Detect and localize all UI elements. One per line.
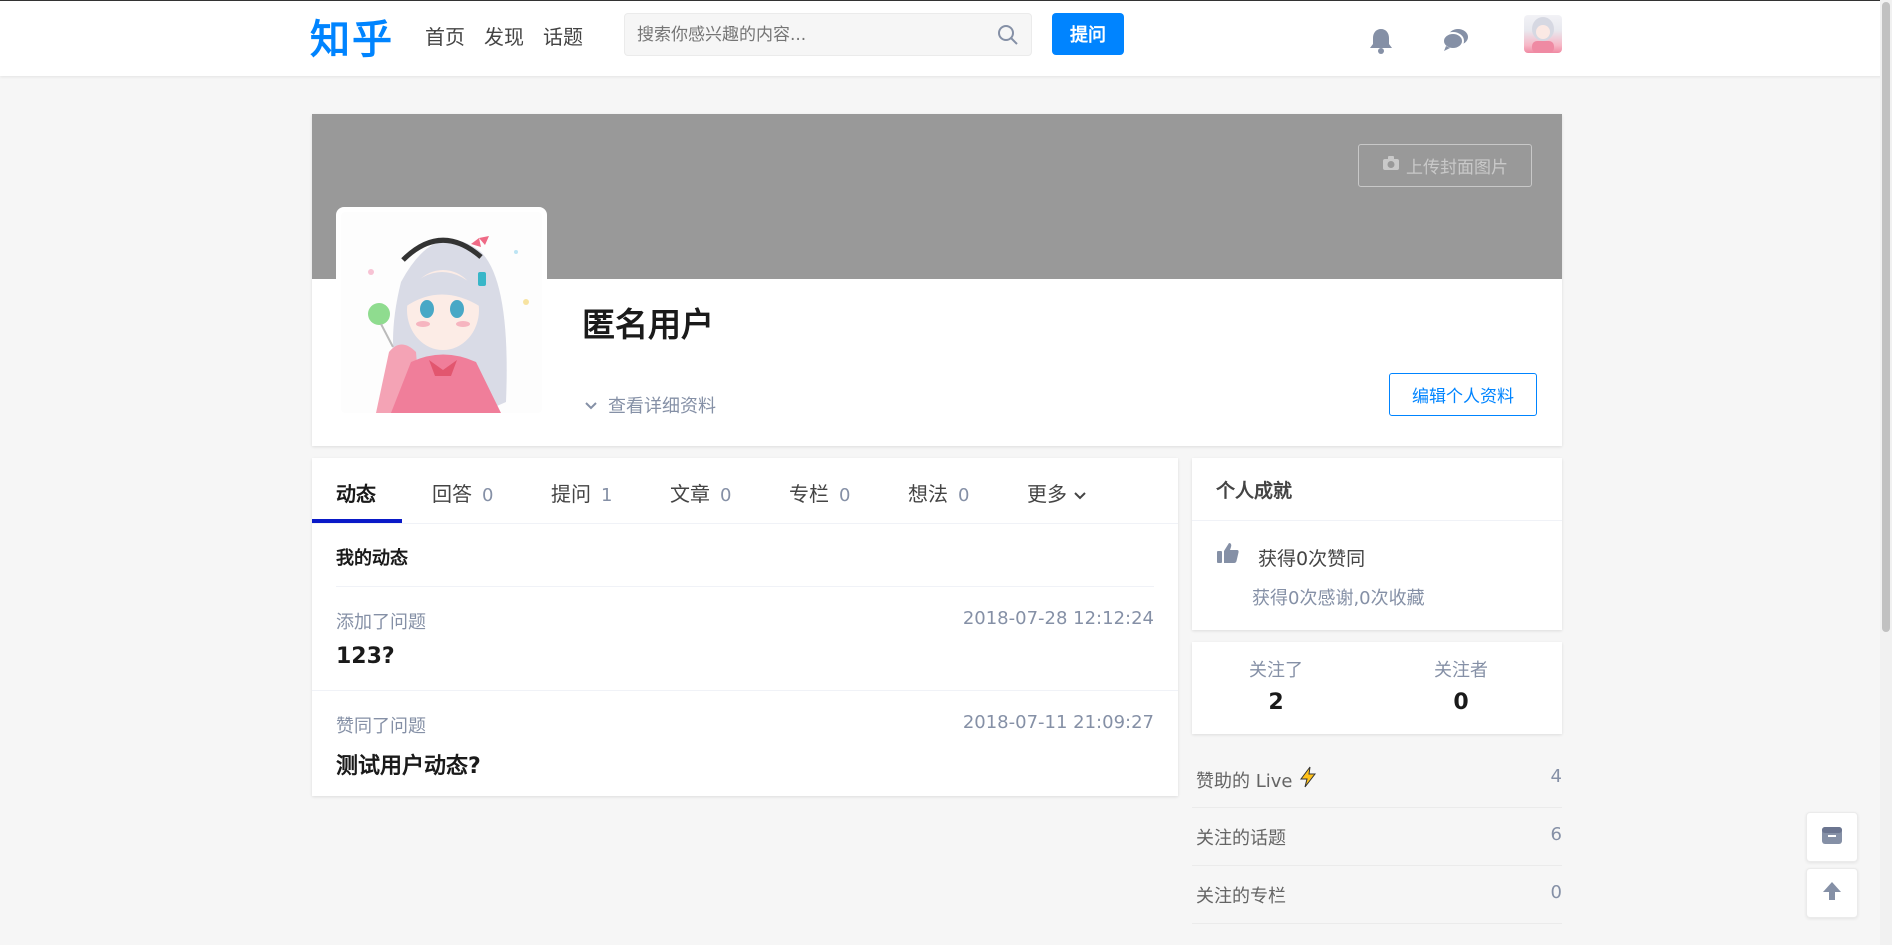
followed-columns-link[interactable]: 关注的专栏 0 xyxy=(1192,866,1562,924)
followers-label: 关注者 xyxy=(1434,660,1488,681)
ask-question-button[interactable]: 提问 xyxy=(1052,13,1124,55)
profile-tabs: 动态 回答 0 提问 1 文章 0 专栏 0 想法 0 更多 xyxy=(312,458,1178,524)
tab-activity[interactable]: 动态 xyxy=(336,478,376,507)
chevron-down-icon xyxy=(1073,482,1087,506)
follow-stats-card: 关注了 2 关注者 0 xyxy=(1192,642,1562,734)
sponsored-live-label: 赞助的 Live xyxy=(1196,770,1293,792)
arrow-up-icon xyxy=(1821,880,1843,906)
top-navigation-bar: 知乎 首页 发现 话题 提问 xyxy=(0,0,1892,76)
activity-time: 2018-07-28 12:12:24 xyxy=(962,608,1154,629)
upload-cover-label: 上传封面图片 xyxy=(1406,158,1508,178)
achievements-title: 个人成就 xyxy=(1216,480,1293,502)
view-details-link[interactable]: 查看详细资料 xyxy=(584,392,716,418)
following-label: 关注了 xyxy=(1249,660,1303,681)
followed-columns-label: 关注的专栏 xyxy=(1196,886,1286,907)
tab-questions[interactable]: 提问 1 xyxy=(551,478,612,507)
profile-header-card: 上传封面图片 匿名用户 查看详细资料 编辑个人资料 xyxy=(312,114,1562,446)
chevron-down-icon xyxy=(584,395,598,416)
section-title: 我的动态 xyxy=(336,548,408,569)
followed-topics-link[interactable]: 关注的话题 6 xyxy=(1192,808,1562,866)
nav-discover[interactable]: 发现 xyxy=(484,21,524,50)
followers-count: 0 xyxy=(1453,690,1469,715)
zhihu-logo[interactable]: 知乎 xyxy=(310,7,394,65)
activity-title[interactable]: 123? xyxy=(336,644,395,669)
thumbs-up-icon xyxy=(1216,542,1240,568)
active-tab-indicator xyxy=(312,519,402,523)
activity-action: 赞同了问题 xyxy=(336,716,426,737)
tab-thoughts[interactable]: 想法 0 xyxy=(908,478,969,507)
page-scrollbar[interactable] xyxy=(1880,0,1892,945)
sponsored-live-count: 4 xyxy=(1550,766,1562,787)
tab-answers[interactable]: 回答 0 xyxy=(432,478,493,507)
scrollbar-thumb[interactable] xyxy=(1882,2,1890,632)
upvotes-received: 获得0次赞同 xyxy=(1258,548,1366,570)
view-details-label: 查看详细资料 xyxy=(608,396,716,417)
bell-icon[interactable] xyxy=(1368,27,1394,59)
followed-topics-label: 关注的话题 xyxy=(1196,828,1286,849)
followed-columns-count: 0 xyxy=(1550,882,1562,903)
search-icon[interactable] xyxy=(997,24,1019,50)
avatar-image xyxy=(341,212,542,413)
search-input[interactable] xyxy=(637,22,977,48)
thanks-and-favorites: 获得0次感谢,0次收藏 xyxy=(1252,588,1425,609)
achievements-card: 个人成就 获得0次赞同 获得0次感谢,0次收藏 xyxy=(1192,458,1562,630)
activity-card: 动态 回答 0 提问 1 文章 0 专栏 0 想法 0 更多 我的动态 添加了问题 201… xyxy=(312,458,1178,796)
activity-action: 添加了问题 xyxy=(336,612,426,633)
divider xyxy=(336,586,1154,587)
nav-topics[interactable]: 话题 xyxy=(543,21,583,50)
feedback-button[interactable] xyxy=(1806,812,1858,862)
user-avatar[interactable] xyxy=(1524,15,1562,53)
upload-cover-button[interactable]: 上传封面图片 xyxy=(1358,144,1532,187)
search-box xyxy=(624,13,1032,56)
activity-time: 2018-07-11 21:09:27 xyxy=(962,712,1154,733)
camera-icon xyxy=(1382,155,1400,176)
tab-columns[interactable]: 专栏 0 xyxy=(789,478,850,507)
profile-username: 匿名用户 xyxy=(582,305,714,344)
back-to-top-button[interactable] xyxy=(1806,868,1858,918)
following-count: 2 xyxy=(1268,690,1284,715)
chat-icon[interactable] xyxy=(1442,27,1470,57)
lightning-icon xyxy=(1298,766,1318,793)
followers-stat[interactable]: 关注者 0 xyxy=(1381,656,1541,715)
tab-more[interactable]: 更多 xyxy=(1027,478,1087,507)
activity-title[interactable]: 测试用户动态? xyxy=(336,748,481,780)
divider xyxy=(1192,520,1562,521)
followed-topics-count: 6 xyxy=(1550,824,1562,845)
profile-avatar[interactable] xyxy=(336,207,547,418)
edit-profile-button[interactable]: 编辑个人资料 xyxy=(1389,373,1537,416)
divider xyxy=(312,690,1178,691)
following-stat[interactable]: 关注了 2 xyxy=(1196,656,1356,715)
sponsored-live-link[interactable]: 赞助的 Live 4 xyxy=(1192,750,1562,808)
tab-articles[interactable]: 文章 0 xyxy=(670,478,731,507)
nav-home[interactable]: 首页 xyxy=(425,21,465,50)
box-icon xyxy=(1821,825,1843,849)
